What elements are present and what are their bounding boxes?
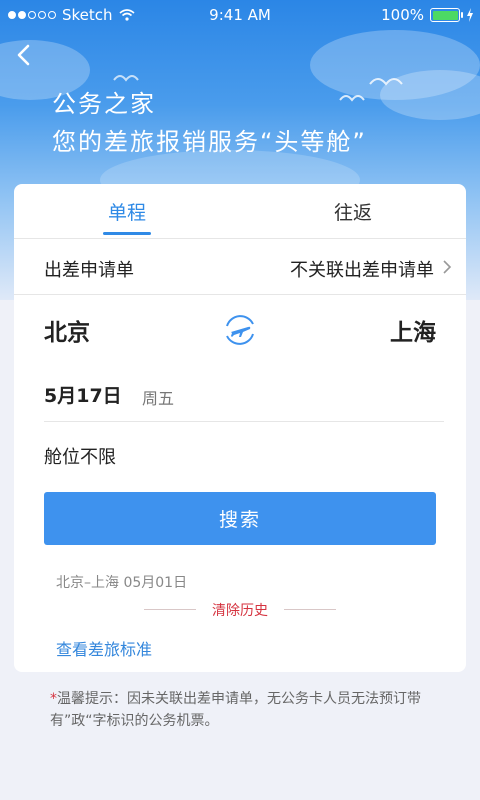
departure-city[interactable]: 北京 (44, 313, 90, 347)
battery-percent: 100% (381, 6, 424, 24)
divider (14, 294, 466, 295)
tip-marker: * (50, 691, 57, 707)
birds-icon (339, 78, 403, 102)
back-button[interactable] (12, 40, 36, 70)
plane-swap-icon[interactable] (222, 312, 258, 348)
search-button[interactable]: 搜索 (44, 492, 436, 545)
weekday-label: 周五 (142, 389, 175, 408)
page-title: 公务之家 (52, 90, 156, 118)
clear-history-link[interactable]: 清除历史 (14, 600, 466, 620)
tab-round-trip[interactable]: 往返 (240, 198, 466, 225)
divider (44, 421, 444, 422)
travel-standard-link[interactable]: 查看差旅标准 (56, 636, 152, 660)
bird-icon (113, 75, 139, 82)
battery-level (432, 10, 458, 20)
page-subtitle: 您的差旅报销服务“头等舱” (52, 128, 367, 156)
booking-card: 单程 往返 出差申请单 不关联出差申请单 北京 上海 5月17日 周五 舱位不限… (14, 184, 466, 672)
arrival-city[interactable]: 上海 (390, 313, 436, 347)
tip-text: 温馨提示：因未关联出差申请单，无公务卡人员无法预订带有”政“字标识的公务机票。 (50, 691, 421, 729)
cabin-class[interactable]: 舱位不限 (44, 443, 116, 469)
application-value: 不关联出差申请单 (290, 260, 434, 281)
battery-area: 100% (381, 6, 474, 24)
application-row[interactable]: 出差申请单 不关联出差申请单 (14, 239, 466, 294)
departure-date[interactable]: 5月17日 (44, 381, 122, 408)
application-label: 出差申请单 (44, 260, 134, 281)
divider (284, 609, 336, 610)
active-tab-indicator (103, 232, 151, 235)
history-item[interactable]: 北京–上海 05月01日 (56, 572, 187, 592)
chevron-right-icon (443, 260, 452, 274)
status-bar: Sketch 9:41 AM 100% (0, 0, 480, 30)
tab-one-way[interactable]: 单程 (14, 198, 240, 225)
charging-icon (467, 8, 473, 22)
battery-icon (430, 8, 463, 22)
tip-notice: *温馨提示：因未关联出差申请单，无公务卡人员无法预订带有”政“字标识的公务机票。 (50, 688, 450, 732)
